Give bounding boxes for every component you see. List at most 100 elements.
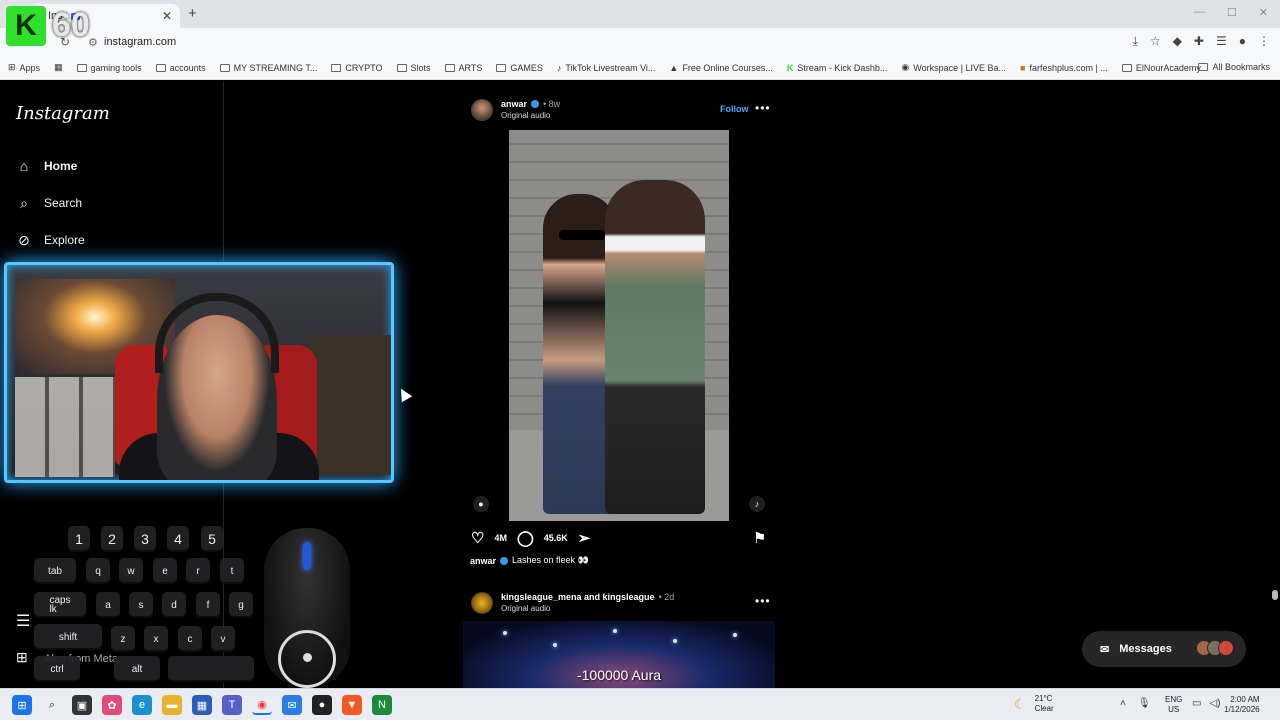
keyboard-overlay: 1 2 3 4 5 tab q w e r t caps lk a s d f …	[30, 522, 258, 688]
bookmark-grid[interactable]: ▦	[54, 62, 63, 73]
messages-button[interactable]: ✉ Messages	[1082, 631, 1246, 667]
minimize-icon[interactable]: —	[1194, 6, 1205, 19]
bookmark-item[interactable]: Slots	[396, 63, 431, 73]
new-tab-button[interactable]: +	[188, 5, 197, 22]
bookmark-item[interactable]: ♪ TikTok Livestream Vi...	[557, 63, 656, 73]
video-frame	[509, 130, 729, 521]
maximize-icon[interactable]: ☐	[1227, 6, 1237, 19]
bookmark-item[interactable]: K Stream - Kick Dashb...	[787, 63, 888, 73]
key-4: 4	[167, 526, 189, 552]
verified-icon	[531, 100, 540, 108]
light-sparkle	[503, 631, 507, 635]
close-window-icon[interactable]: ✕	[1259, 6, 1268, 19]
brave-icon[interactable]: ▼	[342, 695, 362, 715]
bookmark-apps[interactable]: ⊞ Apps	[8, 62, 40, 73]
all-bookmarks[interactable]: All Bookmarks	[1198, 62, 1270, 72]
media-icon[interactable]: ☰	[1216, 34, 1227, 49]
more-menu-icon[interactable]: ☰	[16, 611, 30, 631]
bookmark-item[interactable]: ▲ Free Online Courses...	[669, 63, 772, 73]
bookmark-item[interactable]: GAMES	[496, 63, 543, 73]
folder-icon	[1198, 63, 1209, 71]
chevron-up-icon[interactable]: ˄	[1120, 698, 1126, 709]
menu-icon[interactable]: ⋮	[1258, 34, 1270, 49]
bookmark-item[interactable]: gaming tools	[76, 63, 142, 73]
key-r: r	[186, 558, 210, 584]
tagged-user-icon[interactable]: ●	[473, 496, 489, 512]
edge-icon[interactable]: e	[132, 695, 152, 715]
display-icon[interactable]: ▭	[1192, 698, 1201, 709]
volume-icon[interactable]: ◁)	[1209, 698, 1220, 709]
post-media[interactable]: -100000 Aura	[463, 621, 775, 691]
post-audio[interactable]: Original audio	[501, 111, 550, 120]
bookmark-item[interactable]: ARTS	[444, 63, 482, 73]
search-icon[interactable]: ⌕	[42, 695, 62, 715]
address-bar-row: → ↻ ⚙ instagram.com ⤓ ☆ ◆ ✚ ☰ ● ⋮	[0, 28, 1280, 56]
close-tab-icon[interactable]: ✕	[162, 9, 172, 23]
post-username[interactable]: anwar • 8w	[501, 99, 560, 109]
sidebar-item-explore[interactable]: ⊘ Explore	[16, 232, 85, 248]
windows-start-icon[interactable]: ⊞	[12, 695, 32, 715]
language-indicator[interactable]: ENG US	[1165, 695, 1182, 715]
bookmark-item[interactable]: accounts	[155, 63, 206, 73]
key-f: f	[196, 592, 220, 618]
avatar[interactable]	[471, 99, 493, 121]
temperature: 21°C	[1034, 694, 1053, 703]
bookmark-item[interactable]: ◉ Workspace | LIVE Ba...	[901, 62, 1006, 73]
like-icon[interactable]: ♡	[471, 529, 484, 547]
post-media[interactable]: ● ♪	[463, 130, 775, 521]
profile-icon[interactable]: ●	[1239, 34, 1246, 49]
bookmark-item[interactable]: CRYPTO	[331, 63, 383, 73]
caption-username[interactable]: anwar	[470, 556, 496, 566]
microphone-icon[interactable]: 🎙	[1138, 698, 1151, 709]
teams-icon[interactable]: T	[222, 695, 242, 715]
more-options-icon[interactable]: •••	[755, 594, 771, 608]
bookmark-item[interactable]: ElNourAcademy	[1121, 63, 1201, 73]
star-icon[interactable]: ☆	[1150, 34, 1161, 49]
key-caps-lock: caps lk	[34, 592, 86, 618]
post-time: 2d	[664, 592, 675, 602]
url-field[interactable]: instagram.com	[104, 36, 176, 48]
clock[interactable]: 2:00 AM 1/12/2026	[1224, 695, 1260, 715]
bookmark-item[interactable]: ■ farfeshplus.com | ...	[1020, 63, 1108, 73]
obs-icon[interactable]: ●	[312, 695, 332, 715]
page-scrollbar[interactable]	[1272, 590, 1278, 600]
file-explorer-icon[interactable]: ▬	[162, 695, 182, 715]
sidebar-item-label: Search	[44, 196, 83, 210]
feed-post: anwar • 8w Original audio Follow ••• ● ♪…	[463, 95, 775, 566]
task-view-icon[interactable]: ▣	[72, 695, 92, 715]
mute-icon[interactable]: ♪	[749, 496, 765, 512]
post-username[interactable]: kingsleague_mena and kingsleague • 2d	[501, 592, 674, 602]
meta-apps-icon[interactable]: ⊞	[16, 649, 28, 666]
weather-widget[interactable]: ☾ 21°C Clear	[1014, 694, 1054, 714]
light-sparkle	[733, 633, 737, 637]
mouse-cursor-icon	[395, 385, 413, 403]
app-icon[interactable]: N	[372, 695, 392, 715]
avatar[interactable]	[471, 592, 493, 614]
kick-icon: K	[786, 62, 794, 73]
key-3: 3	[134, 526, 156, 552]
chrome-icon[interactable]: ◉	[252, 695, 272, 715]
post-audio[interactable]: Original audio	[501, 604, 550, 613]
key-a: a	[96, 592, 120, 618]
message-avatars	[1196, 640, 1234, 656]
verified-icon	[500, 556, 509, 565]
share-icon[interactable]: ➢	[578, 529, 591, 547]
extension-badge-icon[interactable]: ◆	[1173, 34, 1182, 49]
bookmark-item[interactable]: MY STREAMING T...	[219, 63, 317, 73]
install-icon[interactable]: ⤓	[1133, 34, 1138, 49]
follow-button[interactable]: Follow	[720, 104, 749, 114]
store-icon[interactable]: ▦	[192, 695, 212, 715]
save-icon[interactable]: ⚑	[753, 529, 766, 547]
instagram-logo[interactable]: Instagram	[16, 103, 110, 124]
sidebar-item-home[interactable]: ⌂ Home	[16, 158, 78, 174]
comment-count[interactable]: 45.6K	[544, 533, 568, 543]
key-alt: alt	[114, 656, 160, 682]
comment-icon[interactable]: ◯	[517, 529, 534, 547]
windows-taskbar: ⊞ ⌕ ▣ ✿ e ▬ ▦ T ◉ ✉ ● ▼ N ☾ 21°C Clear ˄…	[0, 688, 1280, 720]
mail-icon[interactable]: ✉	[282, 695, 302, 715]
more-options-icon[interactable]: •••	[755, 101, 771, 115]
like-count[interactable]: 4M	[494, 533, 507, 543]
sidebar-item-search[interactable]: ⌕ Search	[16, 195, 82, 211]
extensions-icon[interactable]: ✚	[1194, 34, 1204, 49]
app-icon[interactable]: ✿	[102, 695, 122, 715]
